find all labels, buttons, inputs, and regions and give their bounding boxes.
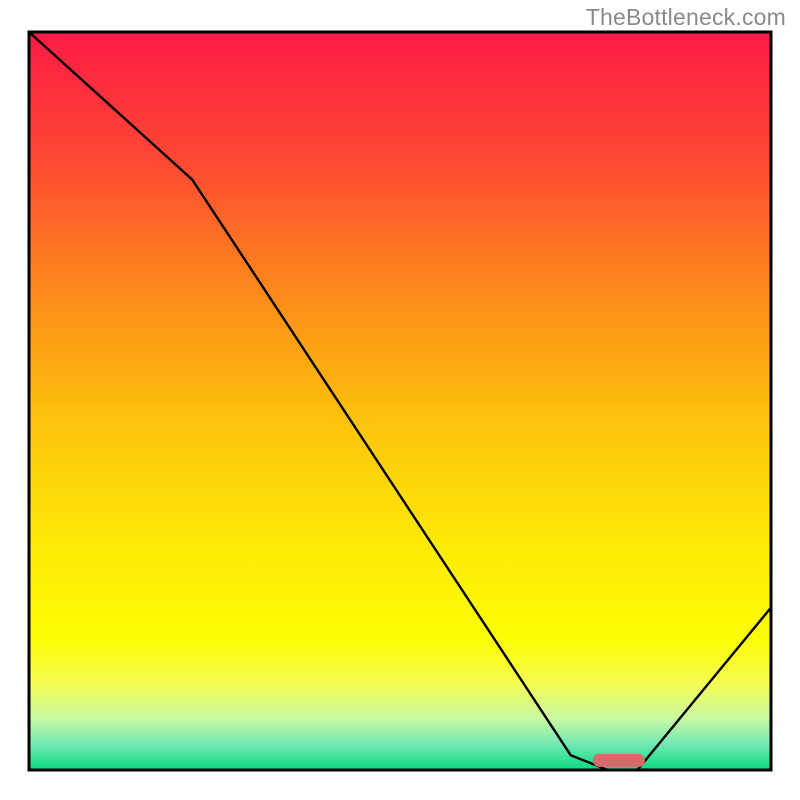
bottleneck-chart: [0, 0, 800, 800]
watermark-text: TheBottleneck.com: [586, 4, 786, 31]
optimal-range-marker: [593, 754, 645, 767]
chart-container: TheBottleneck.com: [0, 0, 800, 800]
plot-background: [29, 32, 771, 770]
